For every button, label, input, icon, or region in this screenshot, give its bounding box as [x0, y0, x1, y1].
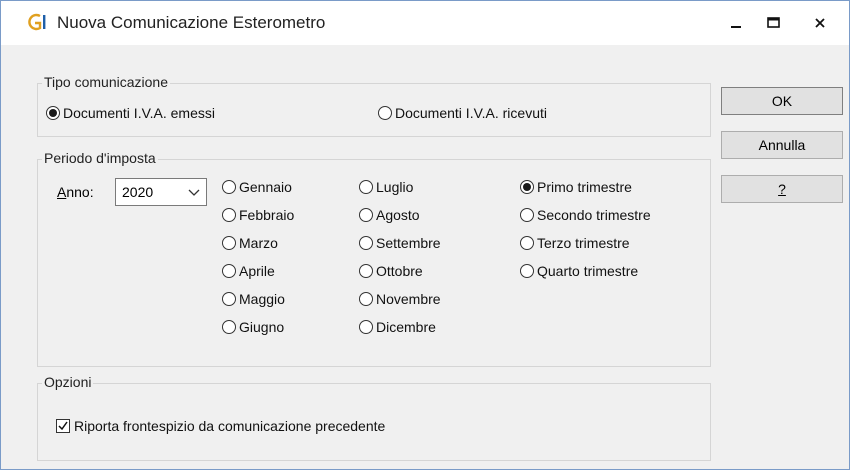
radio-label: Maggio — [239, 291, 285, 307]
chevron-down-icon — [188, 189, 200, 196]
anno-label: Anno: — [57, 184, 94, 200]
radio-label: Terzo trimestre — [537, 235, 630, 251]
close-button[interactable] — [797, 1, 843, 45]
checkbox-label: Riporta frontespizio da comunicazione pr… — [74, 418, 386, 434]
app-logo-icon — [28, 13, 46, 31]
checkbox-riporta-frontespizio[interactable]: Riporta frontespizio da comunicazione pr… — [56, 416, 385, 436]
check-icon — [58, 421, 68, 431]
radio-month-ottobre[interactable]: Ottobre — [359, 261, 423, 281]
radio-month-dicembre[interactable]: Dicembre — [359, 317, 436, 337]
maximize-button[interactable] — [751, 1, 797, 45]
radio-indicator — [520, 180, 534, 194]
radio-indicator — [520, 208, 534, 222]
radio-indicator — [378, 106, 392, 120]
radio-indicator — [359, 180, 373, 194]
help-button-label: ? — [778, 181, 786, 197]
radio-month-agosto[interactable]: Agosto — [359, 205, 420, 225]
radio-label: Dicembre — [376, 319, 436, 335]
radio-label: Agosto — [376, 207, 420, 223]
radio-month-gennaio[interactable]: Gennaio — [222, 177, 292, 197]
radio-label: Giugno — [239, 319, 285, 335]
opzioni-group: Opzioni Riporta frontespizio da comunica… — [37, 374, 711, 461]
radio-indicator — [222, 320, 236, 334]
radio-month-febbraio[interactable]: Febbraio — [222, 205, 294, 225]
radio-primo-trimestre[interactable]: Primo trimestre — [520, 177, 632, 197]
radio-month-settembre[interactable]: Settembre — [359, 233, 441, 253]
anno-label-mnemonic: A — [57, 184, 67, 200]
checkbox-indicator — [56, 419, 70, 433]
radio-indicator — [359, 236, 373, 250]
radio-secondo-trimestre[interactable]: Secondo trimestre — [520, 205, 651, 225]
ok-button[interactable]: OK — [721, 87, 843, 115]
radio-indicator — [222, 208, 236, 222]
radio-label: Gennaio — [239, 179, 292, 195]
radio-documenti-emessi[interactable]: Documenti I.V.A. emessi — [46, 103, 215, 123]
opzioni-legend: Opzioni — [42, 374, 94, 390]
radio-label: Aprile — [239, 263, 275, 279]
radio-month-maggio[interactable]: Maggio — [222, 289, 285, 309]
radio-label: Quarto trimestre — [537, 263, 639, 279]
radio-label: Documenti I.V.A. ricevuti — [395, 105, 547, 121]
radio-indicator — [359, 292, 373, 306]
radio-label: Documenti I.V.A. emessi — [63, 105, 215, 121]
radio-label: Primo trimestre — [537, 179, 632, 195]
radio-label: Luglio — [376, 179, 414, 195]
radio-label: Novembre — [376, 291, 441, 307]
anno-select[interactable]: 2020 — [115, 178, 207, 206]
radio-month-novembre[interactable]: Novembre — [359, 289, 441, 309]
radio-month-giugno[interactable]: Giugno — [222, 317, 284, 337]
help-button[interactable]: ? — [721, 175, 843, 203]
radio-indicator — [359, 264, 373, 278]
radio-documenti-ricevuti[interactable]: Documenti I.V.A. ricevuti — [378, 103, 547, 123]
periodo-imposta-legend: Periodo d'imposta — [42, 150, 158, 166]
radio-indicator — [222, 264, 236, 278]
annulla-button[interactable]: Annulla — [721, 131, 843, 159]
dialog-window: Nuova Comunicazione Esterometro Tipo com… — [0, 0, 850, 470]
radio-indicator — [520, 264, 534, 278]
maximize-icon — [767, 17, 780, 28]
tipo-comunicazione-legend: Tipo comunicazione — [42, 74, 170, 90]
radio-indicator — [46, 106, 60, 120]
radio-terzo-trimestre[interactable]: Terzo trimestre — [520, 233, 630, 253]
radio-indicator — [359, 320, 373, 334]
radio-month-luglio[interactable]: Luglio — [359, 177, 413, 197]
radio-month-aprile[interactable]: Aprile — [222, 261, 275, 281]
title-bar: Nuova Comunicazione Esterometro — [1, 1, 849, 45]
radio-indicator — [359, 208, 373, 222]
tipo-comunicazione-group: Tipo comunicazione Documenti I.V.A. emes… — [37, 74, 711, 137]
minimize-icon — [731, 26, 741, 28]
radio-month-marzo[interactable]: Marzo — [222, 233, 278, 253]
radio-label: Febbraio — [239, 207, 295, 223]
radio-indicator — [222, 236, 236, 250]
radio-label: Marzo — [239, 235, 278, 251]
radio-quarto-trimestre[interactable]: Quarto trimestre — [520, 261, 638, 281]
radio-indicator — [222, 292, 236, 306]
close-icon — [815, 18, 825, 28]
radio-indicator — [520, 236, 534, 250]
radio-indicator — [222, 180, 236, 194]
radio-label: Secondo trimestre — [537, 207, 651, 223]
anno-value: 2020 — [122, 184, 154, 200]
radio-label: Ottobre — [376, 263, 423, 279]
radio-label: Settembre — [376, 235, 441, 251]
anno-label-rest: nno: — [66, 184, 94, 200]
window-title: Nuova Comunicazione Esterometro — [57, 13, 326, 32]
